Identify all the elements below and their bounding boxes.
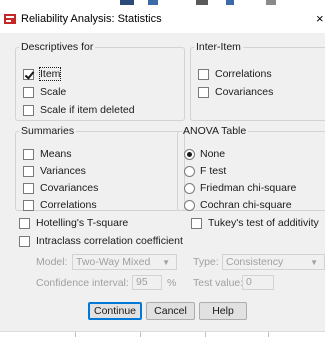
anova-friedman-radio-row[interactable]: Friedman chi-square [184, 182, 296, 194]
anova-legend: ANOVA Table [183, 125, 247, 137]
inter-correlations-checkbox[interactable] [198, 68, 209, 80]
anova-cochran-radio[interactable] [184, 199, 195, 211]
type-label: Type: [193, 256, 219, 268]
anova-table-group: ANOVA Table None F test Friedman chi-squ… [177, 125, 325, 211]
type-dropdown[interactable]: Consistency ▼ [222, 254, 325, 270]
percent-sign: % [167, 277, 177, 289]
divider [268, 332, 269, 337]
item-checkbox-row[interactable]: Item [23, 67, 62, 81]
type-value: Consistency [226, 256, 284, 268]
scale-checkbox-row[interactable]: Scale [23, 86, 66, 98]
chevron-down-icon: ▼ [310, 258, 318, 267]
inter-correlations-checkbox-row[interactable]: Correlations [198, 68, 272, 80]
scale-if-deleted-label: Scale if item deleted [40, 104, 135, 116]
summary-correlations-checkbox[interactable] [23, 199, 34, 211]
inter-correlations-label: Correlations [215, 68, 272, 80]
hotelling-label: Hotelling's T-square [36, 217, 129, 229]
cancel-button[interactable]: Cancel [146, 302, 195, 320]
window-title: Reliability Analysis: Statistics [21, 13, 162, 25]
divider [140, 332, 141, 337]
means-checkbox[interactable] [23, 148, 34, 160]
anova-cochran-label: Cochran chi-square [200, 199, 292, 211]
test-value-label: Test value: [193, 277, 244, 289]
divider [75, 332, 76, 337]
variances-label: Variances [40, 165, 86, 177]
intraclass-checkbox-row[interactable]: Intraclass correlation coefficient [19, 235, 183, 247]
item-checkbox[interactable] [23, 68, 34, 80]
anova-f-test-radio-row[interactable]: F test [184, 165, 226, 177]
continue-button[interactable]: Continue [88, 302, 142, 320]
title-bar[interactable]: Reliability Analysis: Statistics × [0, 7, 325, 33]
summary-correlations-label: Correlations [40, 199, 97, 211]
means-checkbox-row[interactable]: Means [23, 148, 72, 160]
intraclass-label: Intraclass correlation coefficient [36, 235, 183, 247]
anova-friedman-label: Friedman chi-square [200, 182, 297, 194]
intraclass-checkbox[interactable] [19, 235, 30, 247]
spss-app-icon [4, 14, 16, 24]
dialog-body: Descriptives for Item Scale Scale if ite… [0, 33, 325, 336]
close-icon[interactable]: × [316, 11, 324, 26]
anova-none-radio[interactable] [184, 148, 195, 160]
summary-covariances-checkbox[interactable] [23, 182, 34, 194]
anova-f-test-radio[interactable] [184, 165, 195, 177]
tukey-checkbox[interactable] [191, 217, 202, 229]
summary-correlations-checkbox-row[interactable]: Correlations [23, 199, 97, 211]
summary-covariances-checkbox-row[interactable]: Covariances [23, 182, 98, 194]
background-fragment [196, 0, 208, 5]
confidence-interval-label: Confidence interval: [36, 277, 129, 289]
summary-covariances-label: Covariances [40, 182, 99, 194]
scale-if-deleted-checkbox-row[interactable]: Scale if item deleted [23, 104, 135, 116]
anova-none-radio-row[interactable]: None [184, 148, 225, 160]
tukey-checkbox-row[interactable]: Tukey's test of additivity [191, 217, 319, 229]
inter-item-group: Inter-Item Correlations Covariances [190, 41, 325, 121]
test-value-input[interactable]: 0 [242, 275, 274, 290]
background-fragment [120, 0, 134, 5]
variances-checkbox-row[interactable]: Variances [23, 165, 86, 177]
descriptives-legend: Descriptives for [21, 41, 94, 53]
summaries-group: Summaries Means Variances Covariances Co… [15, 125, 185, 211]
background-strip [0, 0, 325, 7]
underlying-window-edge [0, 331, 325, 337]
summaries-legend: Summaries [21, 125, 75, 137]
background-fragment [266, 0, 276, 5]
inter-covariances-checkbox-row[interactable]: Covariances [198, 86, 273, 98]
descriptives-group: Descriptives for Item Scale Scale if ite… [15, 41, 185, 121]
variances-checkbox[interactable] [23, 165, 34, 177]
background-fragment [226, 0, 234, 5]
divider [205, 332, 206, 337]
inter-covariances-checkbox[interactable] [198, 86, 209, 98]
help-button[interactable]: Help [199, 302, 247, 320]
anova-cochran-radio-row[interactable]: Cochran chi-square [184, 199, 292, 211]
item-label: Item [38, 67, 62, 81]
chevron-down-icon: ▼ [162, 258, 170, 267]
hotelling-checkbox[interactable] [19, 217, 30, 229]
means-label: Means [40, 148, 72, 160]
anova-friedman-radio[interactable] [184, 182, 195, 194]
background-fragment [148, 0, 158, 5]
anova-none-label: None [200, 148, 226, 160]
inter-item-legend: Inter-Item [196, 41, 241, 53]
scale-checkbox[interactable] [23, 86, 34, 98]
inter-covariances-label: Covariances [215, 86, 274, 98]
model-value: Two-Way Mixed [76, 256, 151, 268]
model-dropdown[interactable]: Two-Way Mixed ▼ [72, 254, 177, 270]
confidence-interval-input[interactable]: 95 [132, 275, 162, 290]
hotelling-checkbox-row[interactable]: Hotelling's T-square [19, 217, 128, 229]
scale-if-deleted-checkbox[interactable] [23, 104, 34, 116]
scale-label: Scale [40, 86, 67, 98]
model-label: Model: [36, 256, 68, 268]
tukey-label: Tukey's test of additivity [208, 217, 319, 229]
anova-f-test-label: F test [200, 165, 227, 177]
